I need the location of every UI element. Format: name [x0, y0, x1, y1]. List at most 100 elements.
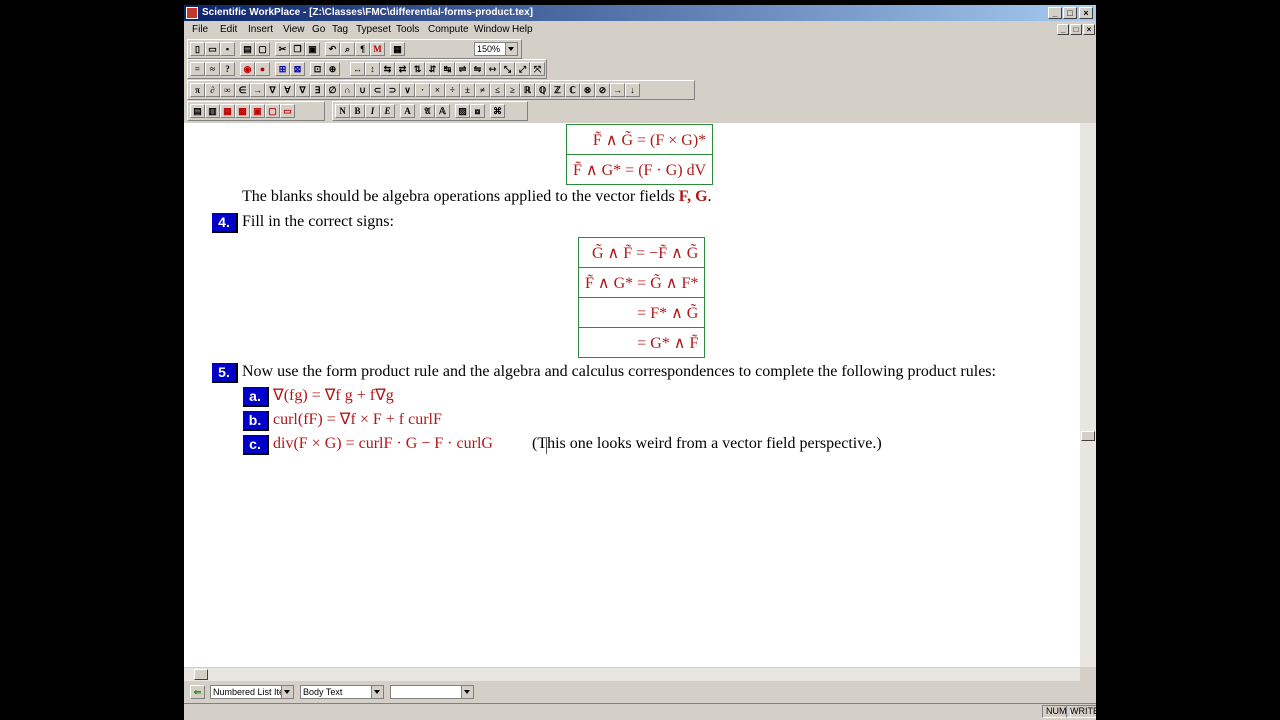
nabla-icon[interactable]: ∇ — [265, 83, 280, 97]
close-button[interactable]: × — [1079, 7, 1093, 19]
part-a-equation[interactable]: ∇(fg) = ∇f g + f∇g — [273, 386, 394, 406]
normal-text-icon[interactable]: N — [335, 104, 350, 118]
doc-minimize-button[interactable]: _ — [1057, 24, 1069, 35]
bold-icon[interactable]: B — [350, 104, 365, 118]
horizontal-scroll-thumb[interactable] — [194, 669, 208, 680]
sym-3-icon[interactable]: ∞ — [220, 83, 235, 97]
menu-view[interactable]: View — [283, 24, 305, 35]
menu-insert[interactable]: Insert — [248, 24, 273, 35]
fraktur-icon[interactable]: 𝔄 — [420, 104, 435, 118]
horizontal-scrollbar[interactable] — [184, 667, 1080, 681]
sym-20-icon[interactable]: ≠ — [475, 83, 490, 97]
document-area[interactable]: F̃ ∧ G̃ = (F × G)* F̃ ∧ G* = (F · G) dV … — [184, 123, 1080, 667]
vertical-scroll-thumb[interactable] — [1081, 431, 1095, 441]
sym-13-icon[interactable]: ⊂ — [370, 83, 385, 97]
sym-24-icon[interactable]: ℚ — [535, 83, 550, 97]
struct-11-icon[interactable]: ⤡ — [500, 62, 515, 76]
print-icon[interactable]: ▤ — [240, 42, 255, 56]
evaluate-numeric-icon[interactable]: ≈ — [205, 62, 220, 76]
struct-10-icon[interactable]: ⇿ — [485, 62, 500, 76]
menu-help[interactable]: Help — [512, 24, 533, 35]
table-icon[interactable]: ▦ — [390, 42, 405, 56]
sym-4-icon[interactable]: ∈ — [235, 83, 250, 97]
cut-icon[interactable]: ✂ — [275, 42, 290, 56]
sym-28-icon[interactable]: ⊘ — [595, 83, 610, 97]
radical-frame-icon[interactable]: ▦ — [220, 104, 235, 118]
sym-2-icon[interactable]: ∂ — [205, 83, 220, 97]
sym-27-icon[interactable]: ⊗ — [580, 83, 595, 97]
struct-3-icon[interactable]: ⇆ — [380, 62, 395, 76]
zoom-plot-icon[interactable]: ⊕ — [325, 62, 340, 76]
item-tag-select[interactable]: Numbered List Item — [210, 685, 294, 699]
sym-15-icon[interactable]: ∨ — [400, 83, 415, 97]
struct-13-icon[interactable]: ⤧ — [530, 62, 545, 76]
find-icon[interactable]: ⌕ — [340, 42, 355, 56]
plot-3d-icon[interactable]: ● — [255, 62, 270, 76]
menu-go[interactable]: Go — [312, 24, 325, 35]
sym-8-icon[interactable]: ∇ — [295, 83, 310, 97]
sym-10-icon[interactable]: ∅ — [325, 83, 340, 97]
frame-icon[interactable]: ⧈ — [470, 104, 485, 118]
sym-11-icon[interactable]: ∩ — [340, 83, 355, 97]
menu-edit[interactable]: Edit — [220, 24, 237, 35]
matrix-frame-icon[interactable]: ▩ — [235, 104, 250, 118]
sym-21-icon[interactable]: ≤ — [490, 83, 505, 97]
label-frame-icon[interactable]: ▭ — [280, 104, 295, 118]
sym-12-icon[interactable]: ∪ — [355, 83, 370, 97]
fraction-frame-icon[interactable]: ▥ — [205, 104, 220, 118]
new-icon[interactable]: ▯ — [190, 42, 205, 56]
struct-4-icon[interactable]: ⇄ — [395, 62, 410, 76]
chevron-down-icon[interactable] — [505, 43, 517, 55]
zoom-select[interactable]: 150% — [474, 42, 518, 56]
brackets-frame-icon[interactable]: ▣ — [250, 104, 265, 118]
menu-file[interactable]: File — [192, 24, 208, 35]
signs-row-3[interactable]: = F* ∧ G̃ — [577, 297, 706, 328]
blackboard-icon[interactable]: 𝔸 — [435, 104, 450, 118]
open-icon[interactable]: ▭ — [205, 42, 220, 56]
note-icon[interactable]: ⌘ — [490, 104, 505, 118]
sym-5-icon[interactable]: → — [250, 83, 265, 97]
struct-12-icon[interactable]: ⤢ — [515, 62, 530, 76]
signs-row-4[interactable]: = G* ∧ F̃ — [577, 327, 706, 358]
body-tag-select[interactable]: Body Text — [300, 685, 384, 699]
image-icon[interactable]: ▨ — [455, 104, 470, 118]
sym-25-icon[interactable]: ℤ — [550, 83, 565, 97]
chevron-down-icon[interactable] — [461, 686, 473, 698]
doc-close-button[interactable]: × — [1083, 24, 1095, 35]
text-frame-icon[interactable]: ▤ — [190, 104, 205, 118]
struct-9-icon[interactable]: ⇋ — [470, 62, 485, 76]
maximize-button[interactable]: □ — [1063, 7, 1077, 19]
sym-9-icon[interactable]: ∃ — [310, 83, 325, 97]
sym-7-icon[interactable]: ∀ — [280, 83, 295, 97]
section-tag-select[interactable] — [390, 685, 474, 699]
save-icon[interactable]: ▪ — [220, 42, 235, 56]
menu-compute[interactable]: Compute — [428, 24, 469, 35]
doc-restore-button[interactable]: □ — [1070, 24, 1082, 35]
menu-tools[interactable]: Tools — [396, 24, 419, 35]
undo-icon[interactable]: ↶ — [325, 42, 340, 56]
sym-26-icon[interactable]: ℂ — [565, 83, 580, 97]
sym-18-icon[interactable]: ÷ — [445, 83, 460, 97]
simplify-icon[interactable]: ? — [220, 62, 235, 76]
copy-icon[interactable]: ❐ — [290, 42, 305, 56]
chevron-down-icon[interactable] — [371, 686, 383, 698]
sym-23-icon[interactable]: ℝ — [520, 83, 535, 97]
italic-icon[interactable]: I — [365, 104, 380, 118]
sym-17-icon[interactable]: × — [430, 83, 445, 97]
sym-16-icon[interactable]: · — [415, 83, 430, 97]
back-arrow-icon[interactable]: ⇐ — [190, 685, 205, 699]
paste-icon[interactable]: ▣ — [305, 42, 320, 56]
equation-wedge-dot[interactable]: F̃ ∧ G* = (F · G) dV — [565, 154, 714, 185]
struct-2-icon[interactable]: ↕ — [365, 62, 380, 76]
preview-icon[interactable]: ▢ — [255, 42, 270, 56]
sym-30-icon[interactable]: ↓ — [625, 83, 640, 97]
struct-6-icon[interactable]: ⇵ — [425, 62, 440, 76]
emphasis-icon[interactable]: E — [380, 104, 395, 118]
part-b-equation[interactable]: curl(fF) = ∇f × F + f curlF — [273, 410, 442, 430]
menu-window[interactable]: Window — [474, 24, 510, 35]
fill-matrix-icon[interactable]: ⊠ — [290, 62, 305, 76]
equation-wedge-cross[interactable]: F̃ ∧ G̃ = (F × G)* — [565, 124, 714, 155]
menu-tag[interactable]: Tag — [332, 24, 348, 35]
chevron-down-icon[interactable] — [281, 686, 293, 698]
evaluate-icon[interactable]: = — [190, 62, 205, 76]
